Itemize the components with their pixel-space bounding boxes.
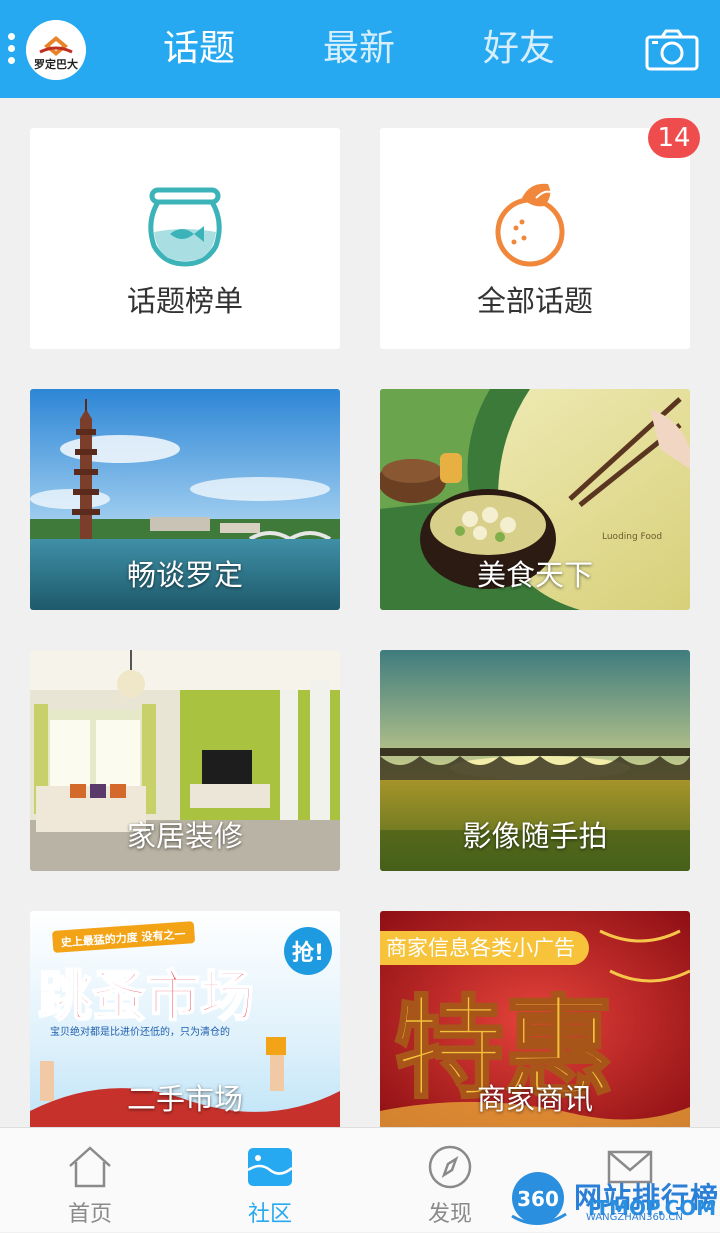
watermark-sub: WANGZHAN360.CN xyxy=(586,1212,683,1223)
home-decor-label: 家居装修 xyxy=(126,819,243,853)
top-bar: 罗定巴大 话题 最新 好友 xyxy=(0,0,720,98)
topic-ranking-card[interactable]: 话题榜单 xyxy=(30,128,340,349)
nav-community-label: 社区 xyxy=(247,1202,292,1227)
watermark-logo-text: 360 xyxy=(517,1187,559,1211)
community-icon xyxy=(247,1148,293,1186)
nav-home-label: 首页 xyxy=(67,1202,112,1227)
second-hand-label: 二手市场 xyxy=(126,1082,243,1116)
food-image-caption: Luoding Food xyxy=(602,532,662,542)
chat-luoding-label: 畅谈罗定 xyxy=(126,558,243,592)
more-menu-icon[interactable] xyxy=(8,33,18,69)
nav-discover[interactable]: 发现 xyxy=(390,1128,510,1233)
business-news-label: 商家商讯 xyxy=(476,1082,593,1116)
camera-icon[interactable] xyxy=(644,28,700,72)
food-label: 美食天下 xyxy=(476,558,593,592)
fishbowl-icon xyxy=(148,187,222,267)
second-hand-card[interactable]: 史上最猛的力度 没有之一 跳蚤市场 抢! 宝贝绝对都是比进价还低的，只为清仓的 … xyxy=(30,911,340,1132)
flea-market-title: 跳蚤市场 xyxy=(38,965,254,1028)
compass-icon xyxy=(428,1145,472,1189)
orange-icon xyxy=(495,183,565,267)
topic-ranking-label: 话题榜单 xyxy=(126,284,243,318)
food-card[interactable]: Luoding Food 美食天下 xyxy=(380,389,690,610)
app-logo[interactable]: 罗定巴大 xyxy=(26,20,86,80)
logo-text: 罗定巴大 xyxy=(34,57,78,71)
nav-home[interactable]: 首页 xyxy=(30,1128,150,1233)
tab-friends[interactable]: 好友 xyxy=(483,26,555,72)
home-decor-card[interactable]: 家居装修 xyxy=(30,650,340,871)
home-icon xyxy=(69,1146,111,1188)
photo-snap-label: 影像随手拍 xyxy=(462,819,608,853)
tab-latest[interactable]: 最新 xyxy=(323,26,395,72)
flea-market-subtitle: 宝贝绝对都是比进价还低的，只为清仓的 xyxy=(50,1025,230,1038)
business-news-card[interactable]: 特惠 商家信息各类小广告 商家商讯 xyxy=(380,911,690,1132)
tab-topics[interactable]: 话题 xyxy=(163,26,235,72)
photo-snap-card[interactable]: 影像随手拍 xyxy=(380,650,690,871)
all-topics-card[interactable]: 全部话题 xyxy=(380,128,690,349)
grab-badge: 抢! xyxy=(292,940,324,966)
ad-tag: 商家信息各类小广告 xyxy=(380,931,589,965)
nav-community[interactable]: 社区 xyxy=(210,1128,330,1233)
chat-luoding-card[interactable]: 畅谈罗定 xyxy=(30,389,340,610)
unread-badge: 14 xyxy=(648,118,700,158)
nav-discover-label: 发现 xyxy=(427,1202,472,1227)
all-topics-label: 全部话题 xyxy=(476,284,593,318)
